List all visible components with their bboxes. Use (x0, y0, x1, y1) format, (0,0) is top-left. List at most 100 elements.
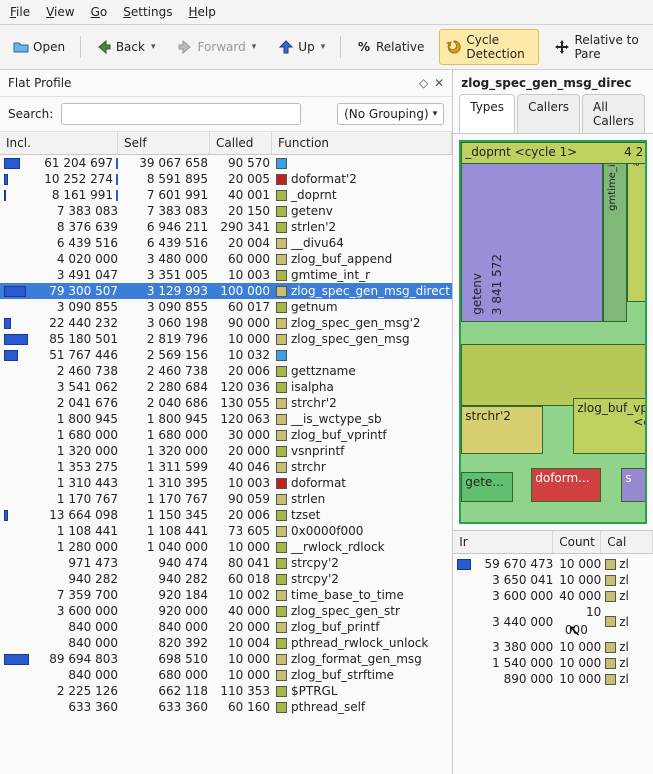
table-row[interactable]: 3 491 0473 351 00510 003gmtime_int_r (0, 267, 452, 283)
menu-view[interactable]: View (46, 5, 74, 19)
dropdown-icon[interactable]: ▾ (252, 42, 257, 52)
table-row[interactable]: 61 204 69739 067 65890 570 (0, 155, 452, 171)
table-row[interactable]: 10 252 2748 591 89520 005doformat'2 (0, 171, 452, 187)
table-row[interactable]: 840 000680 00010 000zlog_buf_strftime (0, 667, 452, 683)
color-swatch (276, 398, 287, 409)
table-row[interactable]: 2 041 6762 040 686130 055strchr'2 (0, 395, 452, 411)
table-row[interactable]: 840 000820 39210 004pthread_rwlock_unloc… (0, 635, 452, 651)
table-row[interactable]: 1 310 4431 310 39510 003doformat (0, 475, 452, 491)
list-item[interactable]: 3 380 00010 000zl (453, 639, 653, 655)
column-ir[interactable]: Ir (453, 531, 553, 553)
table-row[interactable]: 85 180 5012 819 79610 000zlog_spec_gen_m… (0, 331, 452, 347)
table-row[interactable]: 22 440 2323 060 19890 000zlog_spec_gen_m… (0, 315, 452, 331)
dropdown-icon[interactable]: ▾ (321, 42, 326, 52)
menu-file[interactable]: File (10, 5, 30, 19)
treemap-count-label: 3 841 572 (490, 254, 504, 315)
column-incl[interactable]: Incl. (0, 132, 118, 154)
table-row[interactable]: 8 376 6396 946 211290 341strlen'2 (0, 219, 452, 235)
table-row[interactable]: 1 108 4411 108 44173 6050x0000f000 (0, 523, 452, 539)
table-row[interactable]: 1 170 7671 170 76790 059strlen (0, 491, 452, 507)
table-row[interactable]: 940 282940 28260 018strcpy'2 (0, 571, 452, 587)
search-input[interactable] (61, 103, 301, 125)
close-icon[interactable]: ✕ (434, 76, 444, 90)
tab-types[interactable]: Types (459, 94, 515, 133)
treemap[interactable]: getenv 3 841 572 gmtime_int_r atos _dopr… (459, 140, 647, 524)
menu-help[interactable]: Help (188, 5, 215, 19)
up-button[interactable]: Up ▾ (271, 35, 332, 59)
table-row[interactable]: 89 694 803698 51010 000zlog_format_gen_m… (0, 651, 452, 667)
color-swatch (276, 494, 287, 505)
table-row[interactable]: 7 359 700920 18410 002time_base_to_time (0, 587, 452, 603)
table-row[interactable]: 3 600 000920 00040 000zlog_spec_gen_str (0, 603, 452, 619)
table-row[interactable]: 1 680 0001 680 00030 000zlog_buf_vprintf (0, 427, 452, 443)
toolbar: Open Back ▾ Forward ▾ Up ▾ % Relative Cy… (0, 25, 653, 70)
back-button[interactable]: Back ▾ (89, 35, 163, 59)
menu-settings[interactable]: Settings (123, 5, 172, 19)
function-name: zlog_buf_printf (291, 620, 379, 634)
table-row[interactable]: 13 664 0981 150 34520 006tzset (0, 507, 452, 523)
color-swatch (276, 350, 287, 361)
tab-callers[interactable]: Callers (517, 94, 580, 133)
table-row[interactable]: 51 767 4462 569 15610 032 (0, 347, 452, 363)
list-item[interactable]: 3 440 00010 000↖zl (453, 604, 653, 639)
open-button[interactable]: Open (6, 35, 72, 59)
table-row[interactable]: 1 280 0001 040 00010 000__rwlock_rdlock (0, 539, 452, 555)
callee-name: zl (619, 573, 629, 587)
dropdown-icon[interactable]: ▾ (151, 42, 156, 52)
list-item[interactable]: 890 00010 000zl (453, 671, 653, 687)
list-item[interactable]: 1 540 00010 000zl (453, 655, 653, 671)
tab-all-callers[interactable]: All Callers (582, 94, 645, 133)
cycle-detection-button[interactable]: Cycle Detection (439, 29, 539, 65)
color-swatch (276, 190, 287, 201)
table-row[interactable]: 1 320 0001 320 00020 000vsnprintf (0, 443, 452, 459)
table-row[interactable]: 3 541 0622 280 684120 036isalpha (0, 379, 452, 395)
function-name: $PTRGL (291, 684, 338, 698)
percent-icon: % (356, 39, 372, 55)
table-row[interactable]: 4 020 0003 480 00060 000zlog_buf_append (0, 251, 452, 267)
table-row[interactable]: 7 383 0837 383 08320 150getenv (0, 203, 452, 219)
function-name: zlog_buf_strftime (291, 668, 394, 682)
color-swatch (276, 334, 287, 345)
color-swatch (605, 575, 616, 586)
table-row[interactable]: 2 460 7382 460 73820 006gettzname (0, 363, 452, 379)
open-label: Open (33, 40, 65, 54)
forward-button[interactable]: Forward ▾ (170, 35, 263, 59)
folder-open-icon (13, 39, 29, 55)
relative-button[interactable]: % Relative (349, 35, 431, 59)
detach-icon[interactable]: ◇ (419, 76, 428, 90)
column-self[interactable]: Self (118, 132, 210, 154)
column-function[interactable]: Function (272, 132, 452, 154)
table-row[interactable]: 3 090 8553 090 85560 017getnum (0, 299, 452, 315)
table-row[interactable]: 633 360633 36060 160pthread_self (0, 699, 452, 715)
menubar: File View Go Settings Help (0, 0, 653, 25)
relative-parent-button[interactable]: Relative to Pare (547, 29, 647, 65)
column-cal[interactable]: Cal (601, 531, 653, 553)
function-name: strchr (291, 460, 326, 474)
function-name: getnum (291, 300, 338, 314)
list-item[interactable]: 3 650 04110 000zl (453, 572, 653, 588)
menu-go[interactable]: Go (91, 5, 108, 19)
table-row[interactable]: 2 225 126662 118110 353$PTRGL (0, 683, 452, 699)
color-swatch (276, 670, 287, 681)
table-row[interactable]: 1 800 9451 800 945120 063__is_wctype_sb (0, 411, 452, 427)
function-name: pthread_rwlock_unlock (291, 636, 428, 650)
table-row[interactable]: 6 439 5166 439 51620 004__divu64 (0, 235, 452, 251)
function-name: __rwlock_rdlock (291, 540, 385, 554)
color-swatch (276, 430, 287, 441)
treemap-gete-label: gete... (465, 475, 504, 489)
grouping-select[interactable]: (No Grouping) ▾ (337, 103, 444, 125)
table-row[interactable]: 971 473940 47480 041strcpy'2 (0, 555, 452, 571)
column-count[interactable]: Count (553, 531, 601, 553)
color-swatch (605, 658, 616, 669)
column-called[interactable]: Called (210, 132, 272, 154)
table-row[interactable]: 79 300 5073 129 993100 000zlog_spec_gen_… (0, 283, 452, 299)
list-item[interactable]: 3 600 00040 000zl (453, 588, 653, 604)
table-row[interactable]: 1 353 2751 311 59940 046strchr (0, 459, 452, 475)
table-row[interactable]: 840 000840 00020 000zlog_buf_printf (0, 619, 452, 635)
color-swatch (276, 638, 287, 649)
callee-name: zl (619, 557, 629, 571)
table-row[interactable]: 8 161 9917 601 99140 001_doprnt (0, 187, 452, 203)
list-item[interactable]: 59 670 47310 000zl (453, 556, 653, 572)
color-swatch (276, 526, 287, 537)
function-name: strchr'2 (291, 396, 337, 410)
